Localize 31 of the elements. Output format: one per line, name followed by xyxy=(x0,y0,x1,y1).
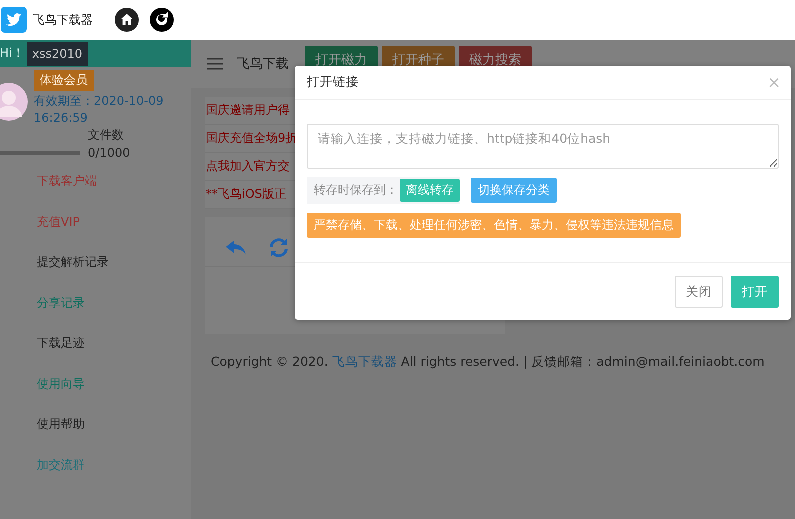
sidebar-item[interactable]: 使用向导 xyxy=(37,374,191,394)
save-label: 转存时保存到： xyxy=(314,182,398,199)
greeting-text: Hi！ xyxy=(0,45,24,62)
dialog-button[interactable]: 打开 xyxy=(731,276,779,308)
avatar-icon xyxy=(0,83,28,121)
sidebar-item[interactable]: 使用帮助 xyxy=(37,415,191,434)
refresh-icon[interactable] xyxy=(150,8,174,32)
link-input-field[interactable]: 请输入连接，支持磁力链接、http链接和40位hash xyxy=(307,124,779,169)
files-count: 0/1000 xyxy=(88,145,130,162)
copyright-text: Copyright © 2020. 飞鸟下载器 All rights reserved. | 反馈邮箱：admin@mail.feiniaobt.com xyxy=(211,354,766,371)
dialog-title: 打开链接 xyxy=(307,74,359,91)
sidebar-item[interactable]: 分享记录 xyxy=(37,294,191,313)
sidebar-item[interactable]: 加交流群 xyxy=(37,456,191,475)
dialog-button[interactable]: 关闭 xyxy=(675,276,723,308)
page-title: 飞鸟下载 xyxy=(237,56,290,73)
expiry-text: 有效期至：2020-10-09 16:26:59 xyxy=(34,93,165,127)
sidebar-item[interactable]: 下载客户端 xyxy=(37,172,191,192)
username-badge: xss2010 xyxy=(27,42,88,66)
sidebar-item[interactable]: 下载足迹 xyxy=(37,334,191,354)
home-link[interactable]: 飞鸟下载器 xyxy=(332,354,398,369)
close-button[interactable]: × xyxy=(768,73,781,92)
app-title: 飞鸟下载器 xyxy=(33,12,93,28)
member-badge: 体验会员 xyxy=(34,70,94,91)
sidebar-item[interactable]: 充值VIP xyxy=(37,212,191,232)
save-target-tag: 离线转存 xyxy=(400,179,460,202)
files-label: 文件数 xyxy=(88,127,125,144)
switch-category-button[interactable]: 切换保存分类 xyxy=(471,178,557,203)
sidebar-item[interactable]: 提交解析记录 xyxy=(37,253,191,272)
warning-banner: 严禁存储、下载、处理任何涉密、色情、暴力、侵权等违法违规信息 xyxy=(307,213,681,238)
home-icon[interactable] xyxy=(115,8,139,32)
menu-icon[interactable] xyxy=(207,58,223,70)
